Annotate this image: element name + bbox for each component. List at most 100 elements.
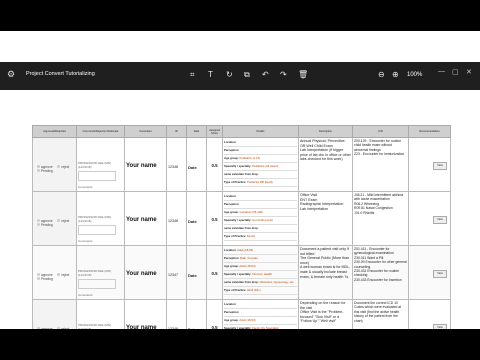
detail-key: same calculate from drop xyxy=(224,172,258,176)
status-options: approve reject Pending xyxy=(37,165,76,173)
comment-input[interactable] xyxy=(78,225,116,235)
radio-icon xyxy=(57,165,61,168)
redo-icon[interactable]: ↷ xyxy=(280,70,287,79)
view-button[interactable]: View xyxy=(433,324,447,329)
detail-key: Type of Practice xyxy=(224,180,246,184)
copy-icon[interactable]: ⧉ xyxy=(244,70,250,80)
text-icon[interactable]: T xyxy=(208,70,213,79)
comment-cell: PROFESSOR FEE (MD) (11/21/18) Comments xyxy=(76,191,125,246)
title-bar: ⚙ Project Convert Tutorializing ⌗ T ↻ ⧉ … xyxy=(0,62,480,90)
zoom-in-icon[interactable]: ⊕ xyxy=(392,70,399,79)
assigned-score: 0.5 xyxy=(211,163,218,168)
detail-value: Male / Female xyxy=(240,256,258,260)
description-cell: Document a patient visit only if not bil… xyxy=(298,245,353,300)
id-cell: 12346 xyxy=(166,191,187,246)
status-options: approve reject Pending xyxy=(37,273,76,281)
detail-key: Age group xyxy=(224,156,238,160)
consultant-cell: Your name xyxy=(124,245,167,300)
comments-label: Comments xyxy=(78,293,93,297)
detail-line: Specialty / specialty: Family (by Specia… xyxy=(224,325,297,329)
reject-option[interactable]: reject xyxy=(57,165,71,169)
radio-icon xyxy=(37,327,40,329)
icd-cell: Z01.411 - Encounter for gynecological ex… xyxy=(352,245,409,300)
comment-input[interactable] xyxy=(78,279,116,289)
consultant-cell: Your name xyxy=(124,299,167,329)
record-id: 12347 xyxy=(168,273,178,277)
reject-option[interactable]: reject xyxy=(57,219,71,223)
crop-icon[interactable]: ⌗ xyxy=(190,70,195,80)
detail-line: Specialty / specialty: Pediatrics (All c… xyxy=(224,163,297,171)
detail-line: Location: Adult (18-64) xyxy=(224,247,297,255)
detail-line: Location: xyxy=(224,139,297,147)
comment-input[interactable] xyxy=(78,171,116,181)
description-cell: Annual Physical; Preventive; OR Well Chi… xyxy=(298,137,353,192)
view-button[interactable]: View xyxy=(433,162,447,170)
consultant-cell: Your name xyxy=(124,137,167,192)
assigned-score: 0.5 xyxy=(211,325,218,329)
delete-icon[interactable]: 🗑 xyxy=(298,70,308,79)
reject-label: reject xyxy=(61,327,70,329)
approval-cell: approve reject Pending xyxy=(32,299,77,329)
assigned-score: 0.5 xyxy=(211,271,218,276)
gear-icon[interactable]: ⚙ xyxy=(7,69,15,80)
icd-text: Z01.411 - Encounter for gynecological ex… xyxy=(354,247,407,282)
detail-line: Location: xyxy=(224,193,297,201)
reject-option[interactable]: reject xyxy=(57,273,71,277)
view-button[interactable]: View xyxy=(433,270,447,278)
recommendation-cell: View xyxy=(408,191,451,246)
details-cell: Location: Adult (18-64) Perception: Male … xyxy=(222,245,299,300)
date-cell: Date xyxy=(186,245,207,300)
record-id: 12346 xyxy=(168,219,178,223)
reject-label: reject xyxy=(61,219,70,223)
approve-option[interactable]: approve xyxy=(37,327,55,329)
reject-option[interactable]: reject xyxy=(57,327,71,329)
pending-option[interactable]: Pending xyxy=(37,169,55,173)
undo-icon[interactable]: ↶ xyxy=(262,70,269,79)
details-cell: Location: Perception: Age group: Geriatr… xyxy=(222,191,299,246)
date-cell: Date xyxy=(186,137,207,192)
consultant-name[interactable]: Your name xyxy=(126,271,165,277)
detail-key: Age group xyxy=(224,318,238,322)
detail-key: same calculate from drop xyxy=(224,226,258,230)
date-cell: Date xyxy=(186,191,207,246)
icd-text: J45.21 - Mild intermittent asthma with a… xyxy=(354,193,404,215)
comment-cell: PROFESSOR FEE (MD) (11/21/18) Comments xyxy=(76,245,125,300)
approval-cell: approve reject Pending xyxy=(32,191,77,246)
description-text: Depending on the reason for the visit Of… xyxy=(300,301,346,324)
comments-label: Comments xyxy=(78,185,93,189)
table-header-row: Approvals/Rejected Comments/Rejection Ra… xyxy=(32,125,451,138)
icd-cell: J45.21 - Mild intermittent asthma with a… xyxy=(352,191,409,246)
view-button[interactable]: View xyxy=(433,216,447,224)
consultant-name[interactable]: Your name xyxy=(126,325,165,329)
record-date: Date xyxy=(188,165,197,170)
minimize-icon[interactable]: — xyxy=(438,68,445,75)
maximize-icon[interactable]: ▢ xyxy=(452,68,459,76)
detail-key: Perception xyxy=(224,202,239,206)
detail-key: Perception xyxy=(224,310,239,314)
description-text: Document a patient visit only if not bil… xyxy=(300,247,351,279)
approve-label: approve xyxy=(41,327,53,329)
pending-option[interactable]: Pending xyxy=(37,277,55,281)
pending-label: Pending xyxy=(41,277,53,281)
detail-key: Age group xyxy=(224,210,238,214)
radio-icon xyxy=(57,273,61,276)
detail-line: Perception: xyxy=(224,309,297,317)
header-details: Details xyxy=(222,125,299,138)
record-date: Date xyxy=(188,219,197,224)
consultant-name[interactable]: Your name xyxy=(126,163,165,169)
radio-icon xyxy=(37,165,40,168)
close-icon[interactable]: ✕ xyxy=(466,68,472,76)
consultant-name[interactable]: Your name xyxy=(126,217,165,223)
pending-option[interactable]: Pending xyxy=(37,223,55,227)
detail-key: Location xyxy=(224,194,236,198)
date-cell: Date xyxy=(186,299,207,329)
professor-fee-label: PROFESSOR FEE (MD) (11/21/18) xyxy=(78,161,112,169)
professor-fee-label: PROFESSOR FEE (MD) (11/21/18) xyxy=(78,323,112,329)
zoom-out-icon[interactable]: ⊖ xyxy=(378,70,385,79)
detail-line: Perception: xyxy=(224,147,297,155)
status-options: approve reject Pending xyxy=(37,219,76,227)
rotate-icon[interactable]: ↻ xyxy=(226,70,233,79)
detail-value: Geriatrics (65-100) xyxy=(239,210,263,214)
recommendation-cell: View xyxy=(408,137,451,192)
table-row: approve reject Pending PROFESSOR FEE (MD… xyxy=(32,245,451,300)
